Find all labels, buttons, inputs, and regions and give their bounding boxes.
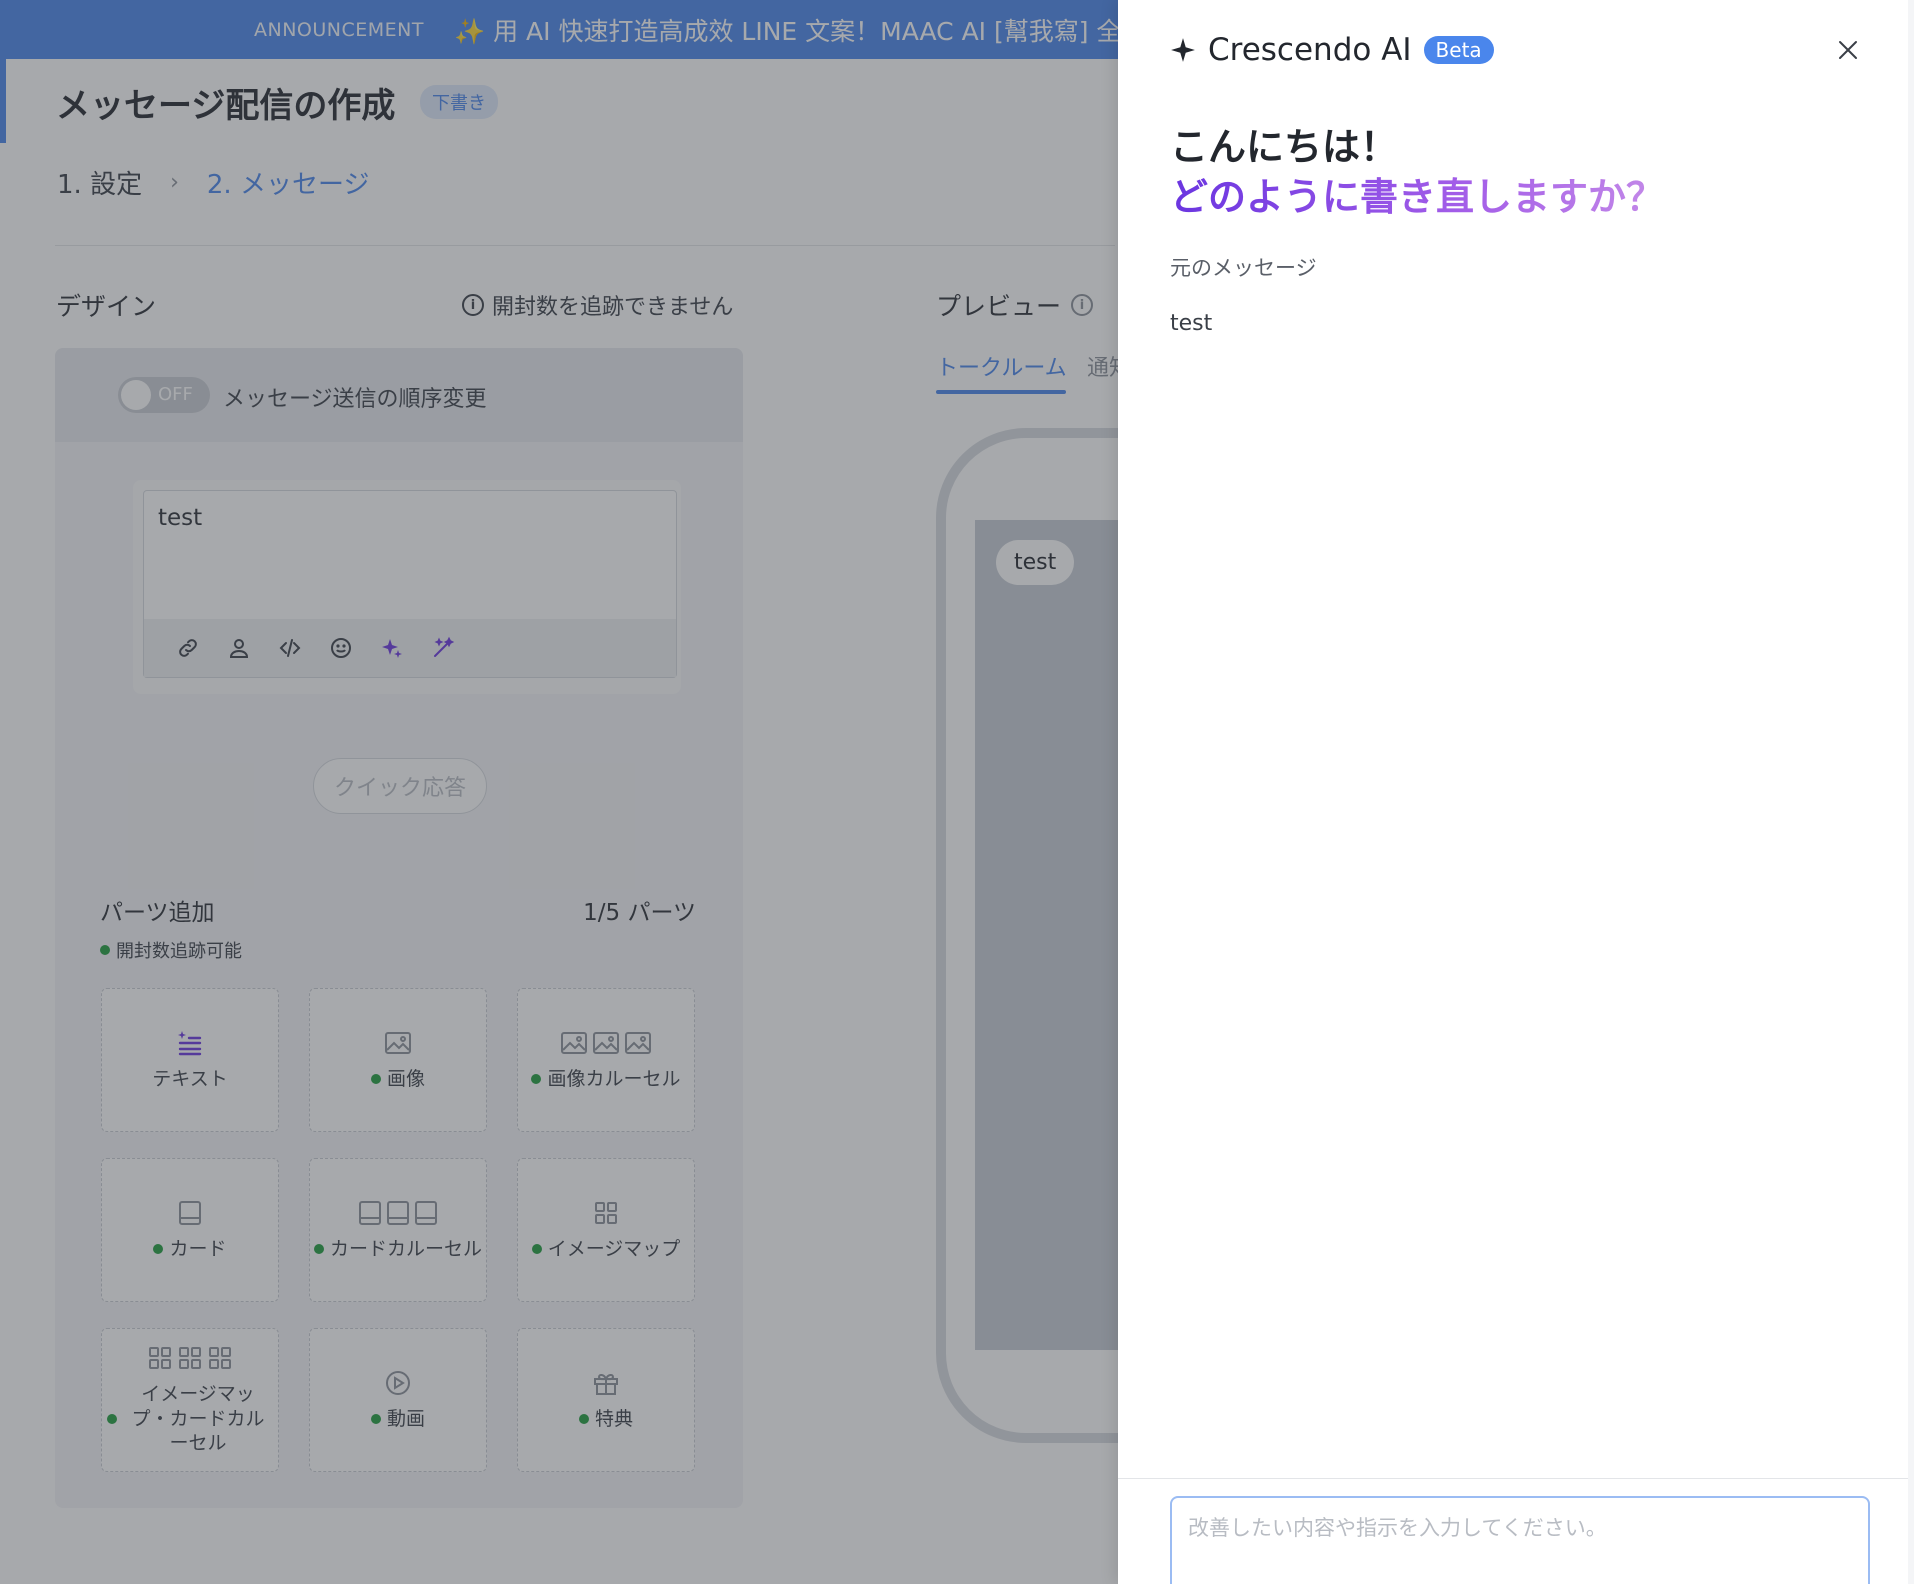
rewrite-question: どのように書き直しますか？ [1170,166,1664,221]
close-icon[interactable] [1836,38,1860,62]
original-message-text: test [1170,311,1213,336]
sparkle-icon [1171,38,1195,62]
greeting: こんにちは！ [1170,125,1399,169]
beta-badge: Beta [1423,36,1494,64]
ai-drawer: Crescendo AI Beta こんにちは！ どのように書き直しますか？ 元… [1118,0,1914,1584]
ai-drawer-header: Crescendo AI Beta [1170,32,1494,68]
rewrite-instruction-input[interactable] [1170,1496,1870,1584]
original-message-label: 元のメッセージ [1170,256,1317,280]
ai-drawer-title: Crescendo AI [1208,32,1412,68]
scrollbar[interactable] [1908,0,1914,1584]
divider [1118,1478,1914,1479]
